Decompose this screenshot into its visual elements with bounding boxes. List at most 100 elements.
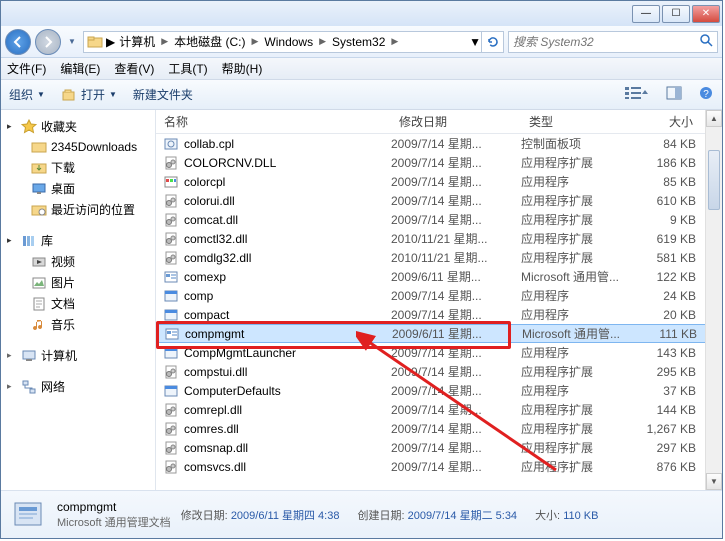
sidebar-item-recent[interactable]: 最近访问的位置 — [1, 199, 155, 220]
sidebar-item-pictures[interactable]: 图片 — [1, 272, 155, 293]
search-input[interactable] — [509, 35, 695, 49]
breadcrumb-seg[interactable]: 计算机 — [115, 33, 159, 50]
chevron-right-icon[interactable]: ▶ — [106, 35, 115, 49]
breadcrumb-seg[interactable]: Windows — [260, 35, 317, 49]
help-button[interactable]: ? — [698, 85, 714, 104]
file-row[interactable]: compact2009/7/14 星期...应用程序20 KB — [156, 305, 722, 324]
sidebar-item-videos[interactable]: 视频 — [1, 251, 155, 272]
navbar: ▼ ▶ 计算机▶ 本地磁盘 (C:)▶ Windows▶ System32▶ ▼ — [1, 26, 722, 58]
file-name: comdlg32.dll — [184, 251, 391, 265]
file-row[interactable]: collab.cpl2009/7/14 星期...控制面板项84 KB — [156, 134, 722, 153]
preview-pane-button[interactable] — [666, 85, 682, 104]
toolbar: 组织 ▼ 打开 ▼ 新建文件夹 ? — [1, 80, 722, 110]
file-row[interactable]: ComputerDefaults2009/7/14 星期...应用程序37 KB — [156, 381, 722, 400]
sidebar-item-desktop[interactable]: 桌面 — [1, 178, 155, 199]
file-row[interactable]: comctl32.dll2010/11/21 星期...应用程序扩展619 KB — [156, 229, 722, 248]
file-date: 2009/7/14 星期... — [391, 344, 521, 361]
file-large-icon — [11, 497, 47, 533]
col-size[interactable]: 大小 — [641, 113, 701, 130]
sidebar-favorites[interactable]: ▸ 收藏夹 — [1, 116, 155, 137]
folder-icon — [86, 33, 104, 51]
open-button[interactable]: 打开 ▼ — [61, 86, 117, 103]
chevron-right-icon[interactable]: ▶ — [250, 36, 261, 47]
file-name: ComputerDefaults — [184, 384, 391, 398]
file-type: 应用程序扩展 — [521, 154, 641, 171]
file-list[interactable]: collab.cpl2009/7/14 星期...控制面板项84 KBCOLOR… — [156, 134, 722, 490]
breadcrumb[interactable]: ▶ 计算机▶ 本地磁盘 (C:)▶ Windows▶ System32▶ ▼ — [83, 31, 504, 53]
file-date: 2010/11/21 星期... — [391, 249, 521, 266]
sidebar-item-music[interactable]: 音乐 — [1, 314, 155, 335]
file-row[interactable]: comsvcs.dll2009/7/14 星期...应用程序扩展876 KB — [156, 457, 722, 476]
chevron-right-icon[interactable]: ▶ — [317, 36, 328, 47]
file-size: 1,267 KB — [641, 422, 696, 436]
col-name[interactable]: 名称 — [156, 113, 391, 130]
desktop-icon — [31, 181, 47, 197]
file-row[interactable]: comp2009/7/14 星期...应用程序24 KB — [156, 286, 722, 305]
arrow-right-icon — [40, 34, 56, 50]
organize-button[interactable]: 组织 ▼ — [9, 86, 45, 103]
menu-edit[interactable]: 编辑(E) — [60, 60, 100, 77]
chevron-right-icon[interactable]: ▶ — [159, 36, 170, 47]
maximize-button[interactable]: ☐ — [662, 5, 690, 23]
file-size: 84 KB — [641, 137, 696, 151]
new-folder-button[interactable]: 新建文件夹 — [133, 86, 193, 103]
music-icon — [31, 317, 47, 333]
file-row[interactable]: comexp2009/6/11 星期...Microsoft 通用管...122… — [156, 267, 722, 286]
file-row[interactable]: colorcpl2009/7/14 星期...应用程序85 KB — [156, 172, 722, 191]
scrollbar[interactable]: ▲ ▼ — [705, 110, 722, 490]
file-type: Microsoft 通用管... — [521, 268, 641, 285]
file-row[interactable]: comrepl.dll2009/7/14 星期...应用程序扩展144 KB — [156, 400, 722, 419]
sidebar-item-downloads2[interactable]: 下载 — [1, 157, 155, 178]
file-name: comrepl.dll — [184, 403, 391, 417]
file-row[interactable]: comsnap.dll2009/7/14 星期...应用程序扩展297 KB — [156, 438, 722, 457]
breadcrumb-dropdown[interactable]: ▼ — [469, 35, 481, 49]
file-date: 2009/6/11 星期... — [392, 325, 522, 342]
col-type[interactable]: 类型 — [521, 113, 641, 130]
file-icon — [162, 231, 180, 247]
breadcrumb-seg[interactable]: 本地磁盘 (C:) — [170, 33, 249, 50]
file-date: 2009/7/14 星期... — [391, 363, 521, 380]
details-bar: compmgmt Microsoft 通用管理文档 修改日期: 2009/6/1… — [1, 490, 722, 538]
view-options-button[interactable] — [624, 85, 650, 104]
recent-dropdown[interactable]: ▼ — [65, 32, 79, 52]
close-button[interactable]: ✕ — [692, 5, 720, 23]
chevron-right-icon[interactable]: ▶ — [389, 36, 400, 47]
file-row[interactable]: compstui.dll2009/7/14 星期...应用程序扩展295 KB — [156, 362, 722, 381]
file-type: 控制面板项 — [521, 135, 641, 152]
col-date[interactable]: 修改日期 — [391, 113, 521, 130]
file-icon — [162, 174, 180, 190]
search-icon[interactable] — [695, 32, 717, 51]
scroll-thumb[interactable] — [708, 150, 720, 210]
file-row[interactable]: comcat.dll2009/7/14 星期...应用程序扩展9 KB — [156, 210, 722, 229]
file-row[interactable]: colorui.dll2009/7/14 星期...应用程序扩展610 KB — [156, 191, 722, 210]
minimize-button[interactable]: — — [632, 5, 660, 23]
refresh-button[interactable] — [481, 31, 503, 53]
file-date: 2009/7/14 星期... — [391, 287, 521, 304]
back-button[interactable] — [5, 29, 31, 55]
details-info: compmgmt Microsoft 通用管理文档 — [57, 500, 171, 530]
file-row[interactable]: CompMgmtLauncher2009/7/14 星期...应用程序143 K… — [156, 343, 722, 362]
sidebar-item-downloads[interactable]: 2345Downloads — [1, 137, 155, 157]
menu-help[interactable]: 帮助(H) — [222, 60, 263, 77]
sidebar-item-documents[interactable]: 文档 — [1, 293, 155, 314]
file-row[interactable]: compmgmt2009/6/11 星期...Microsoft 通用管...1… — [156, 324, 722, 343]
forward-button[interactable] — [35, 29, 61, 55]
sidebar-libraries[interactable]: ▸ 库 — [1, 230, 155, 251]
search-box[interactable] — [508, 31, 718, 53]
sidebar-network[interactable]: ▸ 网络 — [1, 376, 155, 397]
scroll-down[interactable]: ▼ — [706, 473, 722, 490]
file-row[interactable]: comdlg32.dll2010/11/21 星期...应用程序扩展581 KB — [156, 248, 722, 267]
file-date: 2009/7/14 星期... — [391, 173, 521, 190]
file-row[interactable]: comres.dll2009/7/14 星期...应用程序扩展1,267 KB — [156, 419, 722, 438]
menu-tools[interactable]: 工具(T) — [168, 60, 207, 77]
file-row[interactable]: COLORCNV.DLL2009/7/14 星期...应用程序扩展186 KB — [156, 153, 722, 172]
file-name: compmgmt — [185, 327, 392, 341]
file-size: 24 KB — [641, 289, 696, 303]
sidebar-computer[interactable]: ▸ 计算机 — [1, 345, 155, 366]
scroll-up[interactable]: ▲ — [706, 110, 722, 127]
menu-file[interactable]: 文件(F) — [7, 60, 46, 77]
menu-view[interactable]: 查看(V) — [114, 60, 154, 77]
file-type: 应用程序扩展 — [521, 211, 641, 228]
breadcrumb-seg[interactable]: System32 — [328, 35, 389, 49]
file-icon — [163, 326, 181, 342]
